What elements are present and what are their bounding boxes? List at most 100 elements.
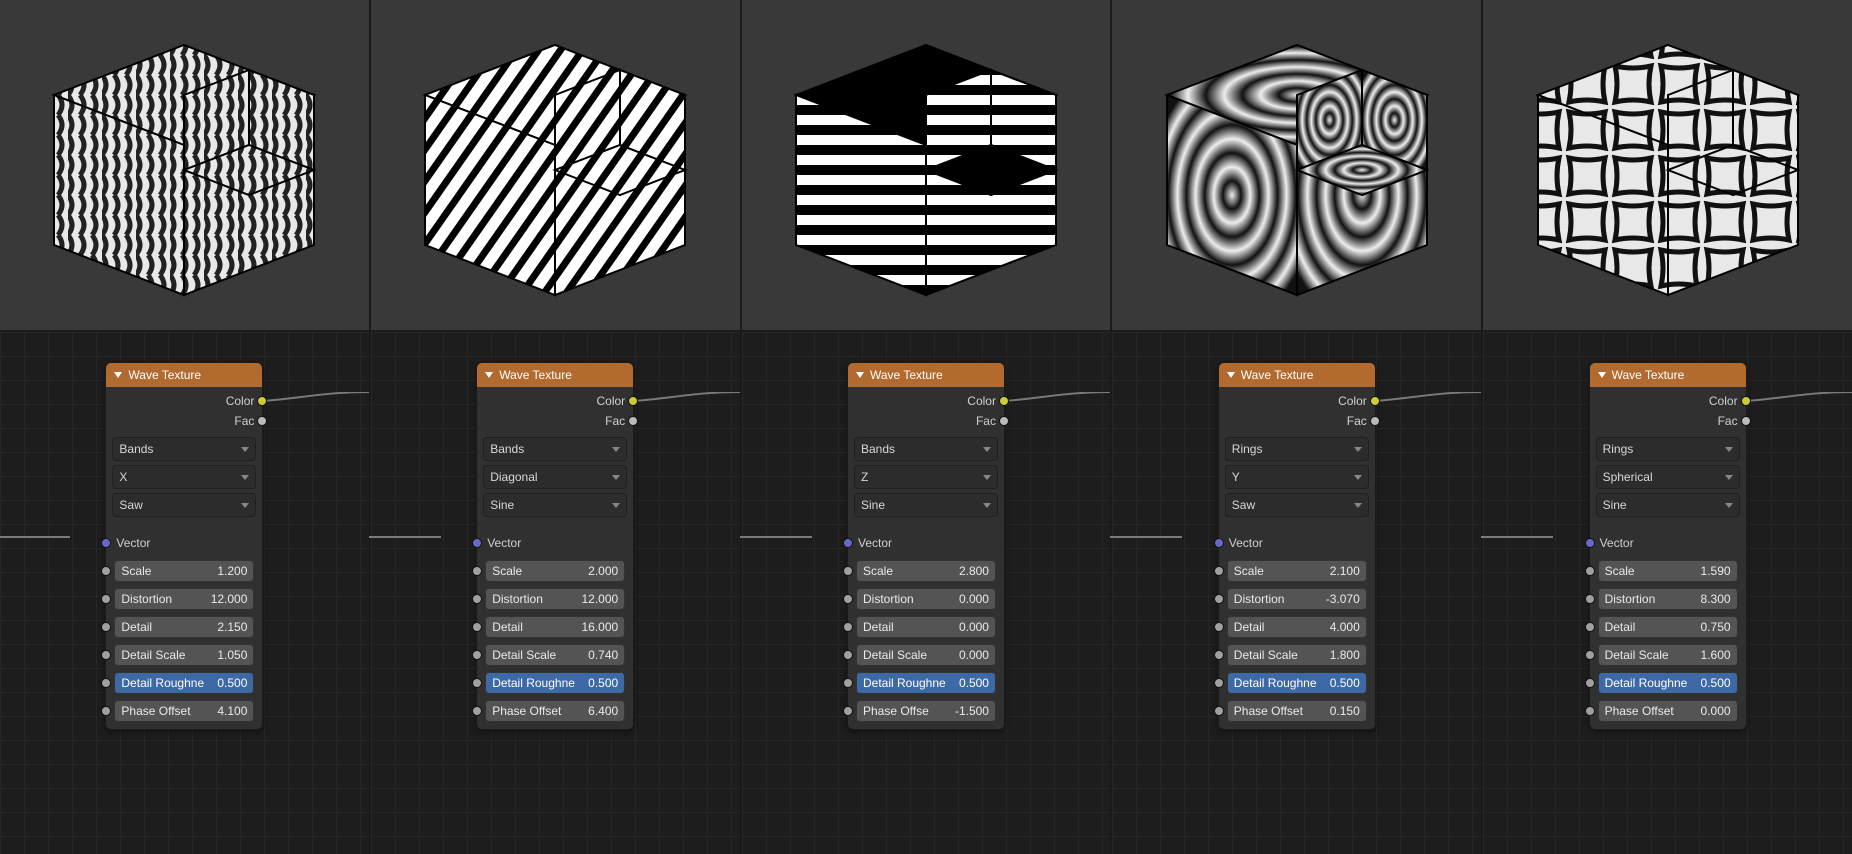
wave-texture-node[interactable]: Wave Texture Color Fac Bands Z Sine — [847, 362, 1005, 730]
detail-roughness-field[interactable]: Detail Roughne 0.500 — [1598, 672, 1738, 694]
socket-value-icon[interactable] — [1585, 622, 1595, 632]
socket-value-icon[interactable] — [472, 678, 482, 688]
socket-fac-icon[interactable] — [1370, 416, 1380, 426]
input-detail-scale[interactable]: Detail Scale 0.740 — [477, 641, 633, 669]
socket-value-icon[interactable] — [1585, 706, 1595, 716]
phase-offset-field[interactable]: Phase Offset 4.100 — [114, 700, 254, 722]
socket-value-icon[interactable] — [101, 678, 111, 688]
phase-offset-field[interactable]: Phase Offset 0.000 — [1598, 700, 1738, 722]
node-header[interactable]: Wave Texture — [1590, 363, 1746, 387]
socket-value-icon[interactable] — [843, 678, 853, 688]
profile-select[interactable]: Sine — [854, 493, 998, 517]
socket-value-icon[interactable] — [1214, 650, 1224, 660]
viewport[interactable] — [371, 0, 740, 332]
socket-vector-icon[interactable] — [1214, 538, 1224, 548]
socket-value-icon[interactable] — [843, 566, 853, 576]
node-editor[interactable]: Wave Texture Color Fac Rings Y Saw — [1112, 332, 1481, 854]
node-header[interactable]: Wave Texture — [106, 363, 262, 387]
detail-field[interactable]: Detail 16.000 — [485, 616, 625, 638]
socket-color-icon[interactable] — [257, 396, 267, 406]
socket-value-icon[interactable] — [472, 622, 482, 632]
socket-value-icon[interactable] — [843, 706, 853, 716]
socket-value-icon[interactable] — [1585, 594, 1595, 604]
input-distortion[interactable]: Distortion 8.300 — [1590, 585, 1746, 613]
collapse-icon[interactable] — [856, 372, 864, 378]
detail-scale-field[interactable]: Detail Scale 1.050 — [114, 644, 254, 666]
detail-field[interactable]: Detail 2.150 — [114, 616, 254, 638]
direction-select[interactable]: Spherical — [1596, 465, 1740, 489]
input-scale[interactable]: Scale 2.000 — [477, 557, 633, 585]
input-detail-roughness[interactable]: Detail Roughne 0.500 — [848, 669, 1004, 697]
socket-vector-icon[interactable] — [1585, 538, 1595, 548]
socket-value-icon[interactable] — [101, 650, 111, 660]
input-vector[interactable]: Vector — [477, 529, 633, 557]
output-fac[interactable]: Fac — [1590, 411, 1746, 431]
input-detail[interactable]: Detail 0.750 — [1590, 613, 1746, 641]
input-detail-roughness[interactable]: Detail Roughne 0.500 — [477, 669, 633, 697]
input-distortion[interactable]: Distortion 12.000 — [106, 585, 262, 613]
detail-scale-field[interactable]: Detail Scale 1.600 — [1598, 644, 1738, 666]
socket-value-icon[interactable] — [1214, 678, 1224, 688]
socket-fac-icon[interactable] — [257, 416, 267, 426]
scale-field[interactable]: Scale 1.590 — [1598, 560, 1738, 582]
detail-scale-field[interactable]: Detail Scale 1.800 — [1227, 644, 1367, 666]
wave-type-select[interactable]: Bands — [483, 437, 627, 461]
input-vector[interactable]: Vector — [106, 529, 262, 557]
phase-offset-field[interactable]: Phase Offset 6.400 — [485, 700, 625, 722]
collapse-icon[interactable] — [114, 372, 122, 378]
profile-select[interactable]: Saw — [112, 493, 256, 517]
viewport[interactable] — [742, 0, 1111, 332]
wave-texture-node[interactable]: Wave Texture Color Fac Bands Diagonal — [476, 362, 634, 730]
input-detail-roughness[interactable]: Detail Roughne 0.500 — [1590, 669, 1746, 697]
input-detail[interactable]: Detail 0.000 — [848, 613, 1004, 641]
detail-roughness-field[interactable]: Detail Roughne 0.500 — [114, 672, 254, 694]
input-detail-roughness[interactable]: Detail Roughne 0.500 — [1219, 669, 1375, 697]
wave-texture-node[interactable]: Wave Texture Color Fac Bands X Saw — [105, 362, 263, 730]
detail-scale-field[interactable]: Detail Scale 0.000 — [856, 644, 996, 666]
input-detail[interactable]: Detail 16.000 — [477, 613, 633, 641]
node-editor[interactable]: Wave Texture Color Fac Bands Z Sine — [742, 332, 1111, 854]
detail-field[interactable]: Detail 0.750 — [1598, 616, 1738, 638]
output-fac[interactable]: Fac — [106, 411, 262, 431]
profile-select[interactable]: Sine — [1596, 493, 1740, 517]
distortion-field[interactable]: Distortion 12.000 — [114, 588, 254, 610]
input-phase-offset[interactable]: Phase Offset 0.000 — [1590, 697, 1746, 725]
socket-color-icon[interactable] — [1370, 396, 1380, 406]
socket-fac-icon[interactable] — [1741, 416, 1751, 426]
output-fac[interactable]: Fac — [1219, 411, 1375, 431]
node-header[interactable]: Wave Texture — [477, 363, 633, 387]
socket-value-icon[interactable] — [1585, 650, 1595, 660]
scale-field[interactable]: Scale 2.000 — [485, 560, 625, 582]
socket-value-icon[interactable] — [1214, 622, 1224, 632]
node-editor[interactable]: Wave Texture Color Fac Bands Diagonal — [371, 332, 740, 854]
socket-color-icon[interactable] — [1741, 396, 1751, 406]
output-fac[interactable]: Fac — [477, 411, 633, 431]
input-detail-scale[interactable]: Detail Scale 1.800 — [1219, 641, 1375, 669]
input-phase-offset[interactable]: Phase Offse -1.500 — [848, 697, 1004, 725]
detail-roughness-field[interactable]: Detail Roughne 0.500 — [485, 672, 625, 694]
socket-value-icon[interactable] — [1214, 594, 1224, 604]
socket-value-icon[interactable] — [101, 594, 111, 604]
profile-select[interactable]: Saw — [1225, 493, 1369, 517]
node-header[interactable]: Wave Texture — [1219, 363, 1375, 387]
collapse-icon[interactable] — [1598, 372, 1606, 378]
direction-select[interactable]: X — [112, 465, 256, 489]
socket-value-icon[interactable] — [472, 566, 482, 576]
wave-type-select[interactable]: Rings — [1596, 437, 1740, 461]
socket-color-icon[interactable] — [628, 396, 638, 406]
input-vector[interactable]: Vector — [1219, 529, 1375, 557]
input-vector[interactable]: Vector — [848, 529, 1004, 557]
input-scale[interactable]: Scale 1.200 — [106, 557, 262, 585]
input-distortion[interactable]: Distortion -3.070 — [1219, 585, 1375, 613]
direction-select[interactable]: Y — [1225, 465, 1369, 489]
distortion-field[interactable]: Distortion 8.300 — [1598, 588, 1738, 610]
wave-texture-node[interactable]: Wave Texture Color Fac Rings Spherical — [1589, 362, 1747, 730]
input-distortion[interactable]: Distortion 0.000 — [848, 585, 1004, 613]
socket-vector-icon[interactable] — [472, 538, 482, 548]
distortion-field[interactable]: Distortion -3.070 — [1227, 588, 1367, 610]
input-distortion[interactable]: Distortion 12.000 — [477, 585, 633, 613]
collapse-icon[interactable] — [485, 372, 493, 378]
input-phase-offset[interactable]: Phase Offset 0.150 — [1219, 697, 1375, 725]
viewport[interactable] — [0, 0, 369, 332]
distortion-field[interactable]: Distortion 0.000 — [856, 588, 996, 610]
